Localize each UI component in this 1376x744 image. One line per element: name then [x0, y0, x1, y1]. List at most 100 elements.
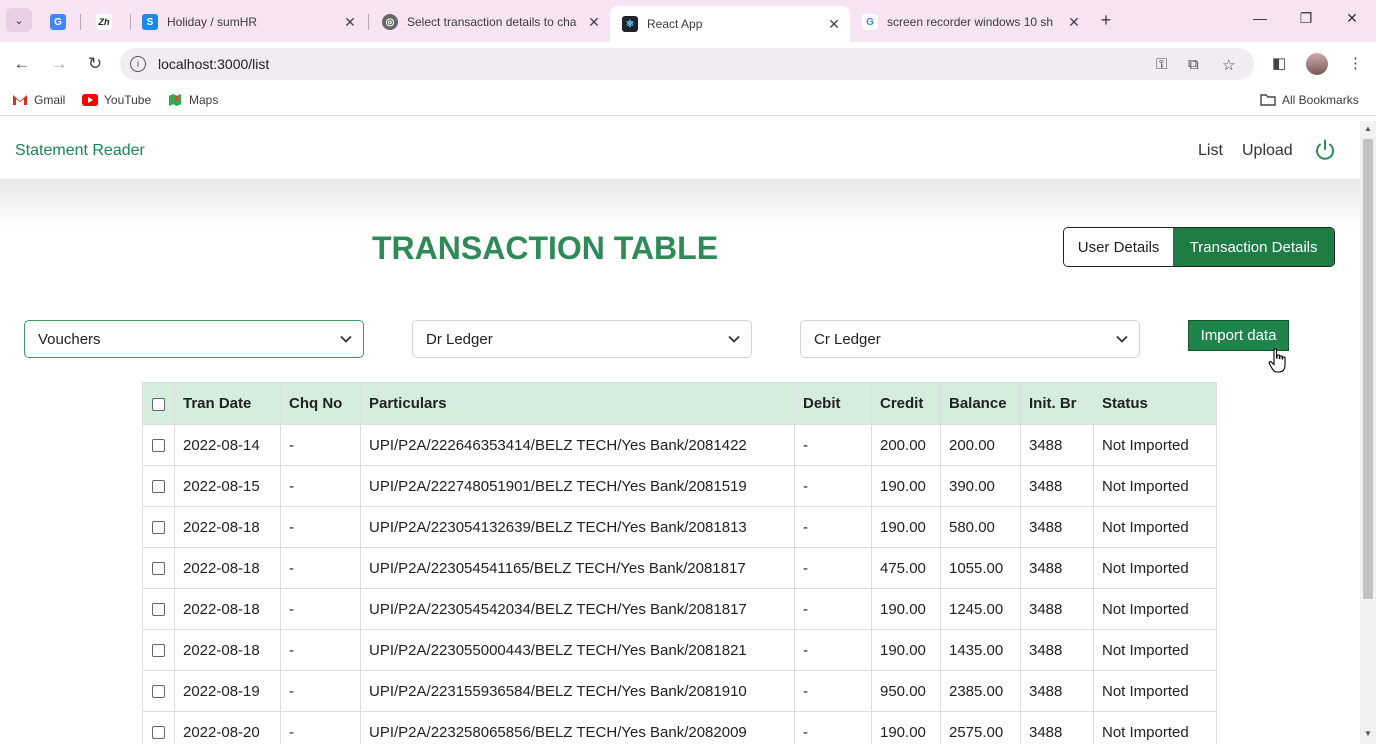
- row-checkbox[interactable]: [152, 726, 165, 740]
- bookmark-gmail[interactable]: Gmail: [12, 93, 65, 107]
- col-particulars: Particulars: [360, 382, 795, 425]
- gmail-icon: [13, 95, 27, 105]
- cell-particulars: UPI/P2A/222748051901/BELZ TECH/Yes Bank/…: [360, 465, 795, 507]
- bookmark-star-icon[interactable]: ☆: [1222, 56, 1235, 74]
- cell-chq-no: -: [280, 547, 361, 589]
- bookmark-maps[interactable]: Maps: [167, 93, 218, 107]
- tab-holiday-sumhr[interactable]: S Holiday / sumHR ✕: [130, 6, 366, 38]
- maps-icon: [169, 94, 181, 106]
- cell-particulars: UPI/P2A/222646353414/BELZ TECH/Yes Bank/…: [360, 424, 795, 466]
- close-icon[interactable]: ✕: [340, 14, 360, 31]
- cell-credit: 475.00: [871, 547, 941, 589]
- page-title: TRANSACTION TABLE: [372, 230, 719, 266]
- tab-search-button[interactable]: ⌄: [6, 8, 32, 32]
- nav-upload-link[interactable]: Upload: [1242, 142, 1293, 160]
- select-all-checkbox[interactable]: [152, 397, 165, 411]
- avatar[interactable]: [1306, 53, 1328, 75]
- row-checkbox[interactable]: [152, 439, 165, 453]
- cell-chq-no: -: [280, 465, 361, 507]
- row-checkbox[interactable]: [152, 603, 165, 617]
- tab-select-transaction[interactable]: ◎ Select transaction details to cha ✕: [370, 6, 610, 38]
- all-bookmarks-folder[interactable]: All Bookmarks: [1260, 93, 1359, 107]
- select-value: Dr Ledger: [426, 331, 493, 348]
- address-bar[interactable]: i localhost:3000/list ⚿ ⧉ ☆: [120, 48, 1254, 80]
- close-icon[interactable]: ✕: [584, 14, 604, 31]
- cell-chq-no: -: [280, 711, 361, 744]
- cell-tran-date: 2022-08-18: [174, 547, 281, 589]
- scrollbar-thumb[interactable]: [1363, 139, 1373, 599]
- row-checkbox[interactable]: [152, 521, 165, 535]
- minimize-button[interactable]: —: [1250, 10, 1270, 26]
- nav-list-link[interactable]: List: [1198, 142, 1223, 160]
- page-scrollbar[interactable]: ▲ ▼: [1360, 121, 1376, 744]
- install-app-icon[interactable]: ⧉: [1188, 56, 1199, 73]
- restore-button[interactable]: ❐: [1296, 10, 1316, 27]
- close-icon[interactable]: ✕: [824, 16, 844, 33]
- table-row: 2022-08-18- UPI/P2A/223054542034/BELZ TEC…: [142, 588, 1217, 630]
- table-row: 2022-08-20- UPI/P2A/223258065856/BELZ TEC…: [142, 711, 1217, 744]
- dr-ledger-select[interactable]: Dr Ledger: [412, 320, 752, 358]
- row-select-cell: [142, 547, 175, 589]
- url-text: localhost:3000/list: [158, 56, 270, 72]
- row-select-cell: [142, 465, 175, 507]
- cell-init-br: 3488: [1020, 506, 1094, 548]
- close-icon[interactable]: ✕: [1064, 14, 1084, 31]
- tab-react-app[interactable]: ⚛ React App ✕: [610, 6, 850, 42]
- side-panel-icon[interactable]: ◧: [1272, 54, 1286, 72]
- col-status: Status: [1093, 382, 1217, 425]
- select-value: Vouchers: [38, 331, 101, 348]
- cell-credit: 190.00: [871, 588, 941, 630]
- row-checkbox[interactable]: [152, 685, 165, 699]
- user-details-button[interactable]: User Details: [1064, 228, 1174, 266]
- bookmark-label: Maps: [189, 93, 219, 107]
- password-key-icon[interactable]: ⚿: [1156, 56, 1167, 73]
- import-data-button[interactable]: Import data: [1188, 320, 1289, 351]
- col-balance: Balance: [940, 382, 1021, 425]
- chevron-down-icon: [728, 335, 740, 343]
- cell-debit: -: [794, 711, 872, 744]
- reload-button[interactable]: ↻: [83, 52, 107, 76]
- vouchers-select[interactable]: Vouchers: [24, 320, 364, 358]
- tab-title: React App: [647, 17, 703, 31]
- col-tran-date: Tran Date: [174, 382, 281, 425]
- cell-init-br: 3488: [1020, 588, 1094, 630]
- tab-google-search[interactable]: G screen recorder windows 10 sh ✕: [850, 6, 1090, 38]
- row-checkbox[interactable]: [152, 480, 165, 494]
- transaction-details-button[interactable]: Transaction Details: [1173, 228, 1334, 266]
- cell-credit: 190.00: [871, 465, 941, 507]
- tab-zoho[interactable]: Zh: [84, 6, 128, 38]
- back-button[interactable]: ←: [10, 52, 34, 76]
- cell-tran-date: 2022-08-20: [174, 711, 281, 744]
- scroll-down-arrow-icon[interactable]: ▼: [1363, 729, 1373, 738]
- menu-kebab-icon[interactable]: ⋮: [1348, 54, 1363, 72]
- react-icon: ⚛: [622, 16, 638, 32]
- site-info-icon[interactable]: i: [130, 56, 146, 72]
- tab-title: screen recorder windows 10 sh: [887, 15, 1054, 29]
- tab-translate[interactable]: G: [38, 6, 78, 38]
- globe-icon: ◎: [382, 14, 398, 30]
- brand-link[interactable]: Statement Reader: [15, 142, 145, 160]
- row-select-cell: [142, 506, 175, 548]
- table-row: 2022-08-18- UPI/P2A/223055000443/BELZ TEC…: [142, 629, 1217, 671]
- all-bookmarks-label: All Bookmarks: [1282, 93, 1359, 107]
- bookmark-label: Gmail: [34, 93, 66, 107]
- cr-ledger-select[interactable]: Cr Ledger: [800, 320, 1140, 358]
- cell-balance: 1055.00: [940, 547, 1021, 589]
- power-icon[interactable]: [1314, 139, 1336, 161]
- bookmarks-bar: Gmail YouTube Maps All Bookmarks: [0, 86, 1376, 116]
- bookmark-youtube[interactable]: YouTube: [82, 93, 151, 107]
- scroll-up-arrow-icon[interactable]: ▲: [1363, 124, 1373, 133]
- col-init-br: Init. Br: [1020, 382, 1094, 425]
- row-checkbox[interactable]: [152, 644, 165, 658]
- cell-balance: 390.00: [940, 465, 1021, 507]
- cell-init-br: 3488: [1020, 547, 1094, 589]
- cell-tran-date: 2022-08-19: [174, 670, 281, 712]
- cell-status: Not Imported: [1093, 547, 1217, 589]
- cell-status: Not Imported: [1093, 506, 1217, 548]
- close-window-button[interactable]: ✕: [1342, 10, 1362, 27]
- row-checkbox[interactable]: [152, 562, 165, 576]
- cell-tran-date: 2022-08-15: [174, 465, 281, 507]
- forward-button[interactable]: →: [47, 52, 71, 76]
- cell-debit: -: [794, 506, 872, 548]
- new-tab-button[interactable]: +: [1096, 10, 1116, 31]
